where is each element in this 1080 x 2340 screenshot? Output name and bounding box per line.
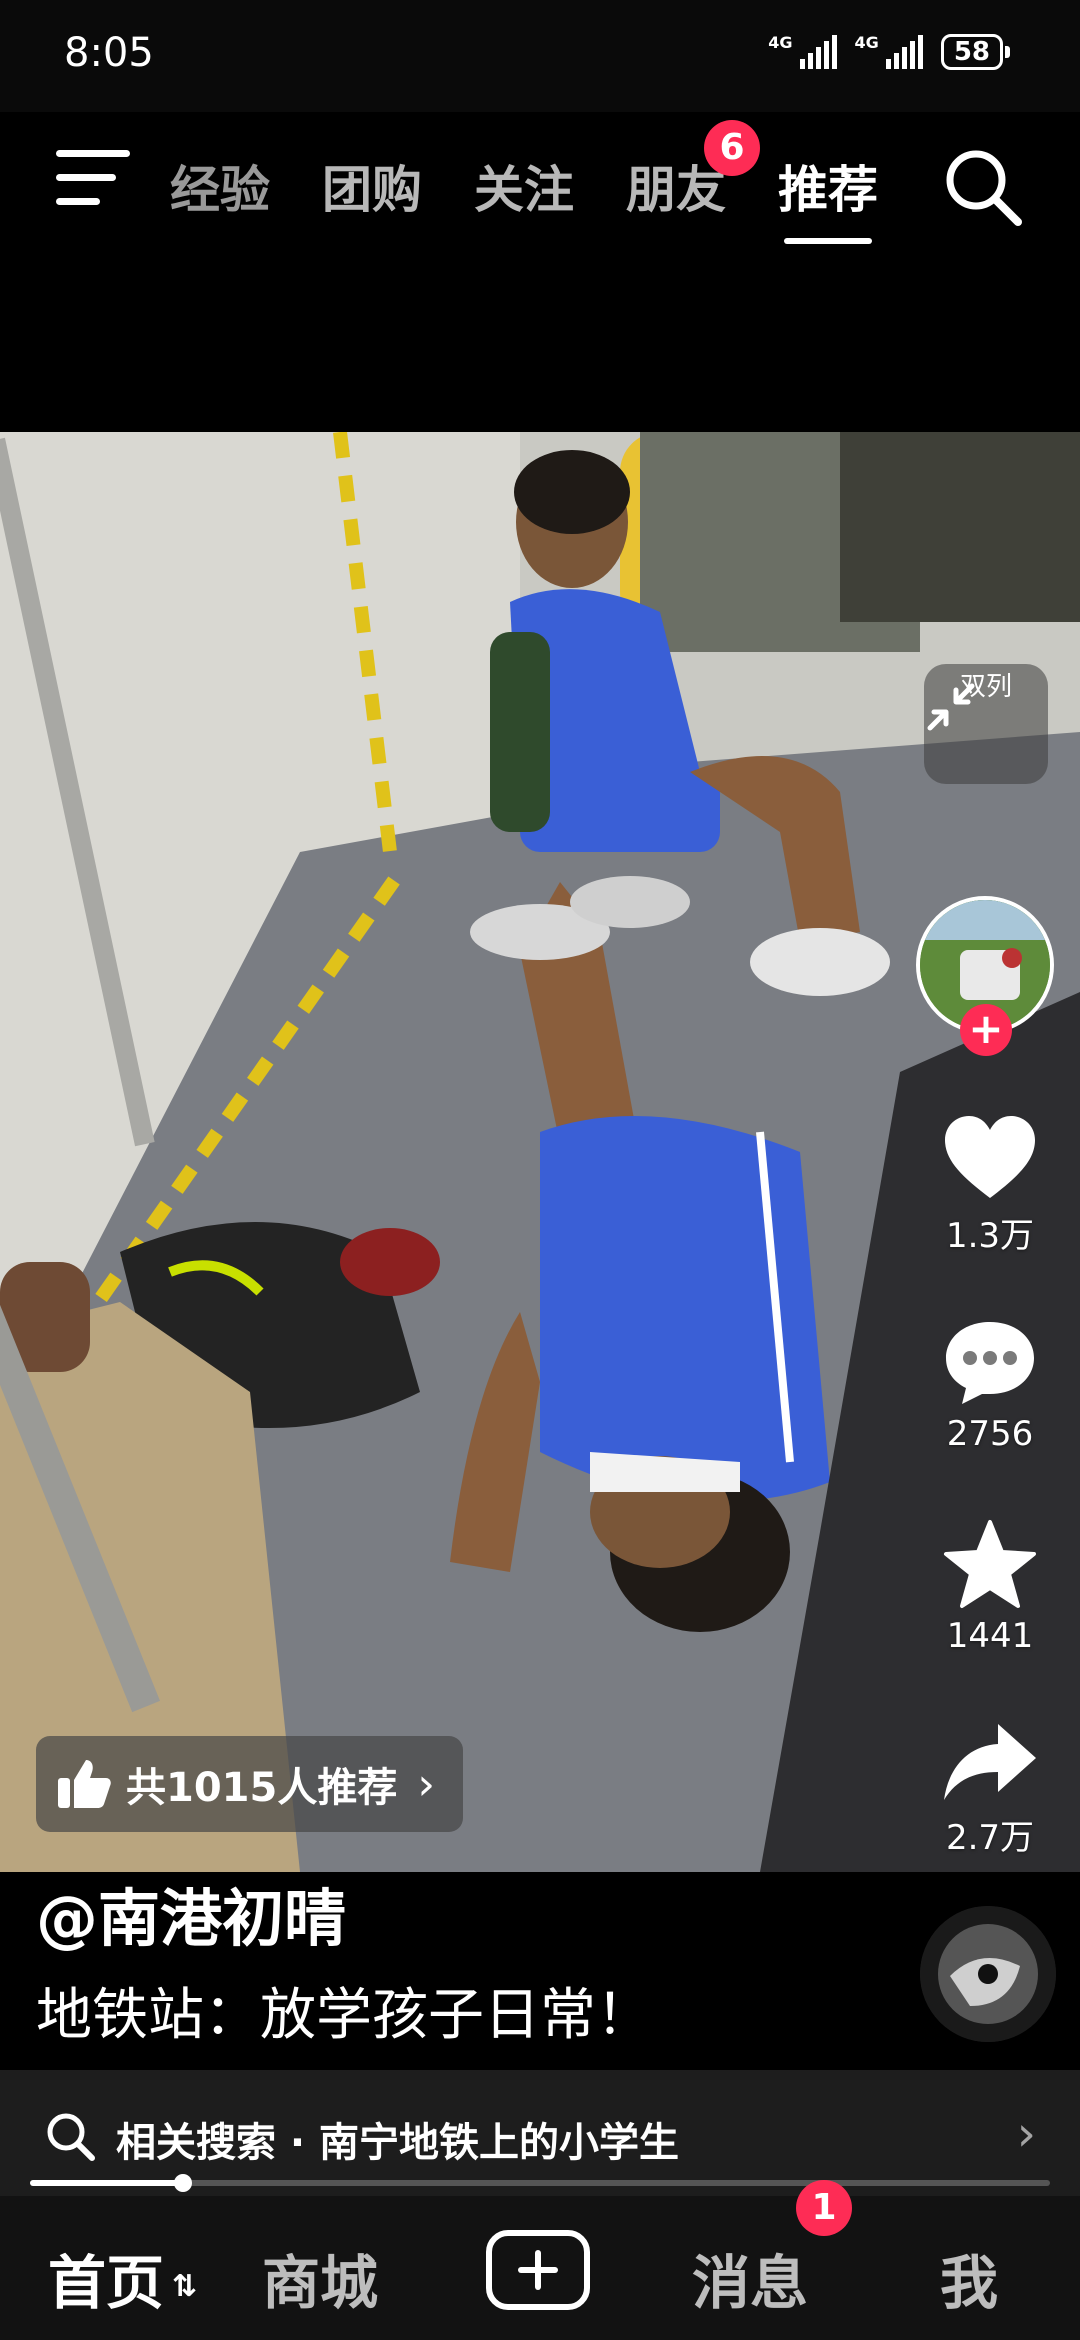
comment-icon <box>946 1322 1034 1404</box>
follow-plus-button[interactable]: + <box>960 1004 1012 1056</box>
recommend-text: 共1015人推荐 <box>126 1765 398 1811</box>
create-plus-button[interactable] <box>486 2230 590 2310</box>
tab-friends-label: 朋友 <box>626 161 726 219</box>
playback-progress[interactable] <box>30 2174 1050 2192</box>
comment-count: 2756 <box>946 1414 1034 1454</box>
status-time: 8:05 <box>64 30 154 76</box>
battery-icon: 58 <box>940 34 1010 70</box>
music-disc-image <box>920 1906 1056 2042</box>
signal-icon: 4G <box>855 35 923 69</box>
recommend-pill[interactable]: 共1015人推荐 › <box>36 1736 463 1832</box>
tab-group-buy[interactable]: 团购 <box>322 150 422 222</box>
top-nav: 经验 团购 关注 朋友 6 推荐 <box>0 112 1080 252</box>
favorite-button[interactable]: 1441 <box>900 1518 1080 1656</box>
chevron-right-icon: › <box>417 1758 435 1810</box>
tab-following[interactable]: 关注 <box>474 150 574 222</box>
share-count: 2.7万 <box>945 1818 1035 1858</box>
nav-messages[interactable]: 消息 1 <box>692 2180 853 2320</box>
messages-badge: 1 <box>796 2180 853 2236</box>
nav-me[interactable]: 我 <box>940 2236 998 2320</box>
tab-experience[interactable]: 经验 <box>170 150 270 222</box>
share-icon <box>944 1724 1036 1800</box>
video-caption: 地铁站：放学孩子日常！ <box>36 1983 652 2048</box>
network-label: 4G <box>854 33 879 52</box>
search-icon <box>47 2113 95 2161</box>
nav-home-label: 首页 <box>48 2249 165 2317</box>
progress-fill <box>30 2180 183 2186</box>
star-icon <box>944 1520 1036 1608</box>
bottom-nav: 首页 ⇅ 商城 消息 1 我 <box>0 2180 1080 2340</box>
thumbs-up-icon <box>58 1760 111 1808</box>
friends-badge: 6 <box>704 120 760 176</box>
signal-icon: 4G <box>768 33 837 69</box>
dual-column-button[interactable]: 双列 <box>924 664 1048 784</box>
nav-home[interactable]: 首页 ⇅ <box>48 2236 197 2320</box>
progress-knob[interactable] <box>174 2174 192 2192</box>
menu-icon[interactable] <box>56 148 134 208</box>
share-button[interactable]: 2.7万 <box>900 1720 1080 1859</box>
network-label: 4G <box>768 33 793 52</box>
heart-icon <box>945 1116 1035 1198</box>
tab-recommend[interactable]: 推荐 <box>778 150 878 244</box>
like-count: 1.3万 <box>945 1216 1035 1256</box>
like-button[interactable]: 1.3万 <box>900 1114 1080 1257</box>
chevron-right-icon: › <box>1016 2106 1036 2162</box>
author-name[interactable]: @南港初晴 <box>36 1868 346 1958</box>
search-icon[interactable] <box>942 146 1024 228</box>
related-search-text: 相关搜索 · 南宁地铁上的小学生 <box>116 2120 680 2166</box>
comment-button[interactable]: 2756 <box>900 1318 1080 1454</box>
status-indicators: 4G 4G 58 <box>768 34 1010 70</box>
nav-mall[interactable]: 商城 <box>262 2236 378 2320</box>
swap-icon: ⇅ <box>172 2269 198 2305</box>
battery-level: 58 <box>940 34 1003 70</box>
favorite-count: 1441 <box>946 1616 1034 1656</box>
music-disc[interactable] <box>920 1906 1056 2042</box>
collapse-icon <box>927 683 975 731</box>
tab-friends[interactable]: 朋友 6 <box>626 120 760 222</box>
nav-messages-label: 消息 <box>692 2249 809 2317</box>
nav-tabs: 经验 团购 关注 朋友 6 推荐 <box>170 120 930 244</box>
status-bar: 8:05 4G 4G 58 <box>0 0 1080 112</box>
